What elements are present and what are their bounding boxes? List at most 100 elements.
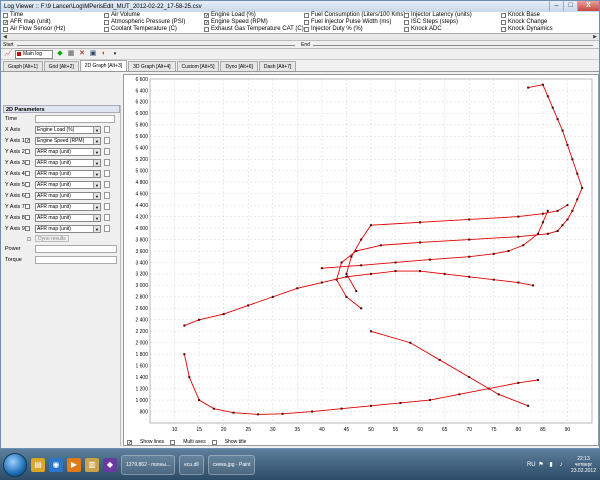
yaxis-checkbox[interactable] — [25, 171, 30, 176]
power-field[interactable] — [35, 244, 117, 253]
yaxis-select[interactable]: Engine Speed (RPM) ▼ — [35, 136, 101, 145]
param-checkbox[interactable] — [3, 13, 8, 18]
time-field[interactable] — [35, 114, 115, 123]
yaxis-checkbox[interactable] — [25, 160, 30, 165]
param-checkbox[interactable] — [304, 20, 309, 25]
media-icon[interactable]: ▶ — [67, 457, 81, 472]
param-checkbox[interactable]: ✓ — [204, 13, 209, 19]
param-checkbox[interactable] — [501, 27, 506, 32]
add-icon[interactable]: ◆ — [56, 50, 64, 58]
yaxis-color[interactable] — [104, 170, 110, 177]
save-icon[interactable]: ▣ — [89, 50, 97, 58]
yaxis-select[interactable]: AFR map (unit) ▼ — [35, 158, 101, 167]
plot-area[interactable]: 800 1 000 1 200 1 400 1 600 1 800 2 000 2 200 2 … — [123, 74, 599, 446]
param-item[interactable]: Knock Change — [501, 19, 553, 26]
param-scrollbar[interactable]: ◀ ▶ — [1, 34, 599, 41]
param-item[interactable]: Atmospheric Pressure (PSI) — [104, 19, 185, 26]
param-item[interactable]: ISC Steps (steps) — [404, 19, 472, 26]
param-checkbox[interactable] — [501, 13, 506, 18]
folder-icon[interactable]: ▥ — [85, 457, 99, 472]
xaxis-select[interactable]: Engine Load (%) ▼ — [35, 125, 101, 134]
app-icon[interactable]: ◆ — [103, 457, 117, 472]
xaxis-color[interactable] — [104, 126, 110, 133]
chart-icon[interactable]: 📈 — [4, 50, 13, 58]
edit-icon[interactable]: ▦ — [67, 50, 75, 58]
param-checkbox[interactable] — [404, 20, 409, 25]
yaxis-color[interactable] — [104, 148, 110, 155]
param-checkbox[interactable] — [404, 27, 409, 32]
yaxis-color[interactable] — [104, 203, 110, 210]
yaxis-select[interactable]: AFR map (unit) ▼ — [35, 147, 101, 156]
param-item[interactable]: Knock Dynamics — [501, 26, 553, 33]
param-item[interactable]: Fuel Injector Pulse Width (ms) — [304, 19, 405, 26]
end-slider[interactable] — [313, 45, 593, 46]
yaxis-select[interactable]: AFR map (unit) ▼ — [35, 224, 101, 233]
show-title-checkbox[interactable] — [211, 439, 217, 445]
multi-axes-checkbox[interactable] — [170, 439, 176, 445]
tab-5[interactable]: Dyno [Alt+6] — [220, 61, 258, 71]
show-lines-checkbox[interactable]: ✓ — [127, 439, 132, 445]
yaxis-select[interactable]: AFR map (unit) ▼ — [35, 202, 101, 211]
yaxis-color[interactable] — [104, 225, 110, 232]
param-item[interactable]: ✓ Engine Speed (RPM) — [204, 19, 304, 26]
tab-2[interactable]: 2D Graph [Alt+3] — [79, 60, 128, 71]
param-checkbox[interactable] — [3, 27, 8, 32]
tab-6[interactable]: Dash [Alt+7] — [258, 61, 297, 71]
title-bar[interactable]: Log Viewer :: F:\9 Lancer\Log\MPerisEdit… — [1, 1, 599, 12]
task-item[interactable]: 1279.862 - полны... — [121, 454, 176, 475]
tab-4[interactable]: Custom [Alt+5] — [176, 61, 220, 71]
torque-field[interactable] — [35, 255, 117, 264]
param-item[interactable]: Time — [3, 12, 65, 19]
dyno-results-button[interactable]: Dyno results — [35, 235, 69, 242]
yaxis-color[interactable] — [104, 192, 110, 199]
param-item[interactable]: Coolant Temperature (C) — [104, 26, 185, 33]
param-item[interactable]: Injector Latency (units) — [404, 12, 472, 19]
param-item[interactable]: Knock Base — [501, 12, 553, 19]
volume-icon[interactable]: ♪ — [557, 461, 565, 469]
yaxis-color[interactable] — [104, 214, 110, 221]
dropdown-icon[interactable]: ▾ — [111, 50, 119, 58]
param-item[interactable]: ✓ Engine Load (%) — [204, 12, 304, 19]
param-item[interactable]: Exhaust Gas Temperature CAT (C) — [204, 26, 304, 33]
param-checkbox[interactable] — [304, 13, 309, 18]
yaxis-select[interactable]: AFR map (unit) ▼ — [35, 180, 101, 189]
yaxis-select[interactable]: AFR map (unit) ▼ — [35, 191, 101, 200]
param-checkbox[interactable] — [104, 13, 109, 18]
yaxis-color[interactable] — [104, 137, 110, 144]
param-item[interactable]: Air Volume — [104, 12, 185, 19]
param-checkbox[interactable] — [304, 27, 309, 32]
yaxis-checkbox[interactable] — [25, 215, 30, 220]
yaxis-checkbox[interactable] — [25, 182, 30, 187]
param-checkbox[interactable] — [501, 20, 506, 25]
param-checkbox[interactable]: ✓ — [3, 20, 8, 26]
yaxis-checkbox[interactable] — [25, 149, 30, 154]
maximize-button[interactable]: □ — [563, 1, 577, 11]
param-item[interactable]: Air Flow Sensor (Hz) — [3, 26, 65, 33]
start-button[interactable] — [3, 452, 27, 477]
log-selector[interactable]: Main log — [15, 49, 53, 59]
param-item[interactable]: Injector Duty % (%) — [304, 26, 405, 33]
flag-icon[interactable]: ⚑ — [537, 461, 545, 469]
clock[interactable]: 22:13 четверг 23.02.2012 — [571, 456, 596, 474]
close-button[interactable]: X — [577, 1, 599, 11]
yaxis-select[interactable]: AFR map (unit) ▼ — [35, 169, 101, 178]
yaxis-color[interactable] — [104, 181, 110, 188]
param-item[interactable]: Knock ADC — [404, 26, 472, 33]
task-item[interactable]: схема.jpg - Paint — [207, 454, 256, 475]
yaxis-checkbox[interactable] — [25, 226, 30, 231]
browser-icon[interactable]: ◉ — [49, 457, 63, 472]
minimize-button[interactable]: – — [549, 1, 563, 11]
param-checkbox[interactable] — [404, 13, 409, 18]
start-slider[interactable] — [17, 45, 295, 46]
yaxis-checkbox[interactable] — [25, 193, 30, 198]
param-item[interactable]: Fuel Consumption (Liters/100 Kms) — [304, 12, 405, 19]
remove-icon[interactable]: ✕ — [78, 50, 86, 58]
dyno-checkbox[interactable] — [27, 236, 31, 241]
color-icon[interactable]: ◐ — [100, 50, 108, 58]
language-icon[interactable]: RU — [527, 461, 536, 469]
yaxis-color[interactable] — [104, 159, 110, 166]
param-checkbox[interactable] — [104, 20, 109, 25]
task-item[interactable]: ecu.dll — [179, 454, 204, 475]
yaxis-checkbox[interactable] — [25, 204, 30, 209]
tab-1[interactable]: Grid [Alt+2] — [43, 61, 79, 71]
